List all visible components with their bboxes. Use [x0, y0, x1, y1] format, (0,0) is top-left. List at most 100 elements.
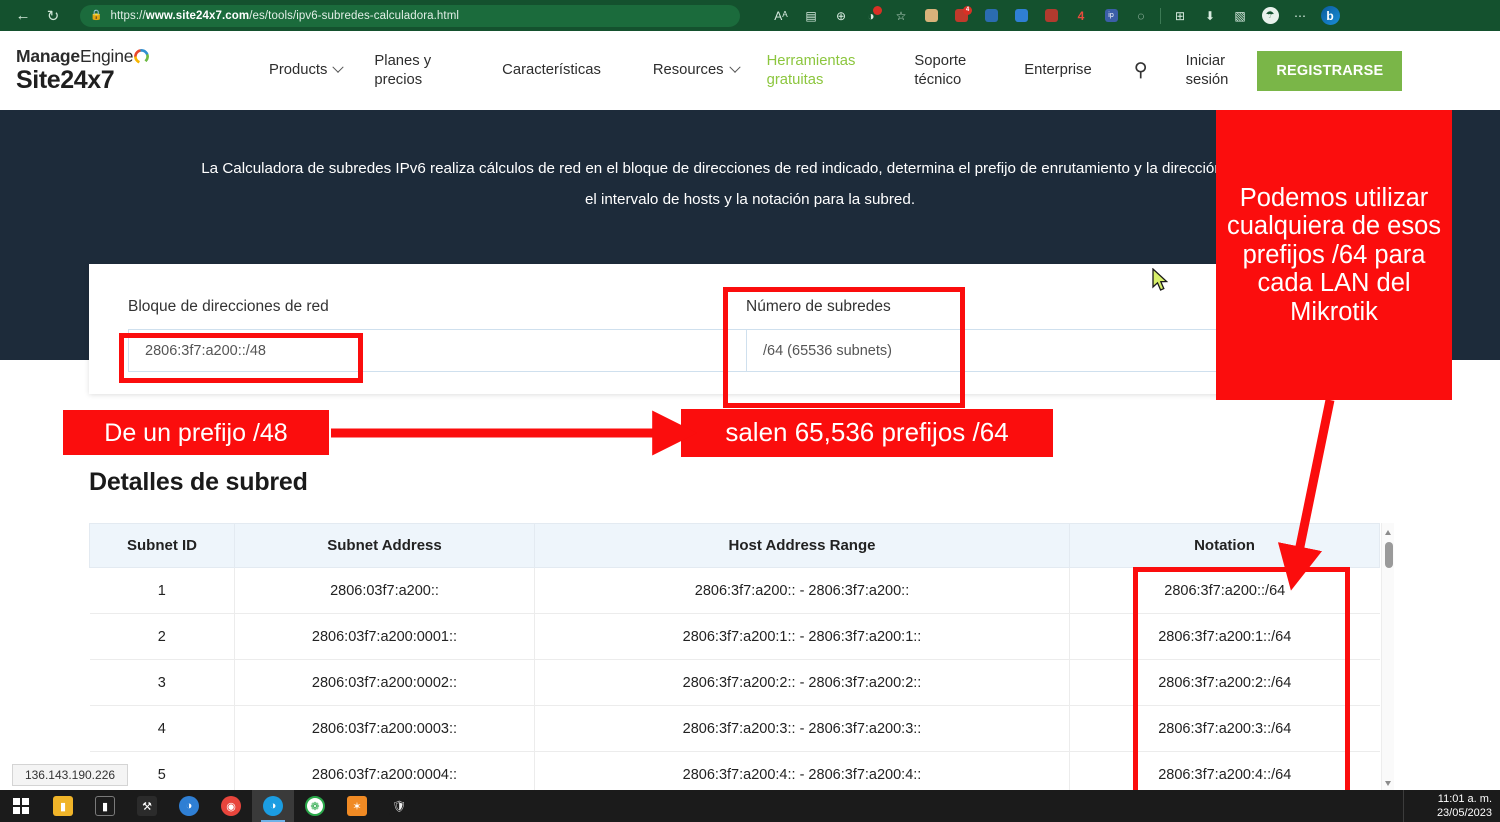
- login-label: Iniciar sesión: [1186, 52, 1229, 88]
- table-cell-host-address-range: 2806:3f7:a200:2:: - 2806:3f7:a200:2::: [535, 660, 1070, 706]
- main-navigation: Products Planes y precios Característica…: [216, 51, 1500, 91]
- chevron-down-icon: [729, 62, 740, 73]
- start-button-icon[interactable]: [0, 790, 42, 822]
- ip-extension-icon[interactable]: ip: [1096, 3, 1126, 29]
- table-scrollbar[interactable]: [1381, 523, 1394, 793]
- address-bar[interactable]: 🔒 https://www.site24x7.com/es/tools/ipv6…: [80, 5, 740, 27]
- table-header-row: Subnet ID Subnet Address Host Address Ra…: [90, 524, 1380, 568]
- extension-ghost-icon[interactable]: ◌: [1126, 3, 1156, 29]
- highlight-subnet-count: [723, 287, 965, 408]
- annotation-left-note: De un prefijo /48: [63, 410, 329, 455]
- annotation-mid-note: salen 65,536 prefijos /64: [681, 409, 1053, 457]
- table-cell-subnet-address: 2806:03f7:a200:0002::: [235, 660, 535, 706]
- page-title: Detalles de subred: [89, 468, 308, 497]
- extension-4-icon[interactable]: 4: [1066, 3, 1096, 29]
- profile-avatar-icon[interactable]: ☂: [1255, 3, 1285, 29]
- lock-icon: 🔒: [90, 10, 102, 21]
- manageengine-swoosh-icon: [134, 49, 149, 64]
- chevron-down-icon: [333, 62, 344, 73]
- clock-time: 11:01 a. m.: [1438, 792, 1492, 806]
- nav-label: Planes y precios: [374, 52, 431, 88]
- table-cell-subnet-address: 2806:03f7:a200::: [235, 568, 535, 614]
- table-cell-host-address-range: 2806:3f7:a200:: - 2806:3f7:a200::: [535, 568, 1070, 614]
- nav-enterprise[interactable]: Enterprise: [1024, 61, 1091, 79]
- back-arrow-icon[interactable]: ←: [8, 3, 38, 29]
- browser-toolbar: ← ↻ 🔒 https://www.site24x7.com/es/tools/…: [0, 0, 1500, 31]
- clock-date: 23/05/2023: [1437, 806, 1492, 820]
- table-cell-subnet-id: 4: [90, 706, 235, 752]
- extension-shield-icon[interactable]: [916, 3, 946, 29]
- nav-label: Enterprise: [1024, 61, 1091, 79]
- scroll-down-arrow-icon[interactable]: [1385, 781, 1391, 786]
- nav-soporte-tecnico[interactable]: Soporte técnico: [914, 52, 966, 88]
- chrome-icon[interactable]: ◉: [210, 790, 252, 822]
- scroll-up-arrow-icon[interactable]: [1385, 530, 1391, 535]
- extension-palette-icon[interactable]: ◑: [856, 3, 886, 29]
- table-cell-subnet-address: 2806:03f7:a200:0003::: [235, 706, 535, 752]
- nav-herramientas-gratuitas[interactable]: Herramientas gratuitas: [767, 52, 856, 88]
- status-ip-tooltip: 136.143.190.226: [12, 764, 128, 786]
- nav-products[interactable]: Products: [269, 61, 342, 79]
- table-cell-subnet-address: 2806:03f7:a200:0001::: [235, 614, 535, 660]
- terminal-icon[interactable]: ▮: [84, 790, 126, 822]
- column-header-notation: Notation: [1070, 524, 1380, 568]
- bing-copilot-icon[interactable]: b: [1315, 3, 1345, 29]
- reload-icon[interactable]: ↻: [38, 3, 68, 29]
- security-shield-icon[interactable]: 🛡: [378, 790, 420, 822]
- nav-label: Soporte técnico: [914, 52, 966, 88]
- windows-taskbar: ▮ ▮ ⚒ ◑ ◉ ◑ ❁ ✶ 🛡 11:01 a. m. 23/05/2023: [0, 790, 1500, 822]
- nav-resources[interactable]: Resources: [653, 61, 739, 79]
- table-cell-subnet-id: 2: [90, 614, 235, 660]
- column-header-host-address-range: Host Address Range: [535, 524, 1070, 568]
- mouse-cursor: [1152, 268, 1169, 293]
- zoom-icon[interactable]: ⊕: [826, 3, 856, 29]
- browser-essentials-icon[interactable]: ▧: [1225, 3, 1255, 29]
- nav-planes-precios[interactable]: Planes y precios: [374, 52, 431, 88]
- mikrotik-icon[interactable]: ✶: [336, 790, 378, 822]
- settings-more-icon[interactable]: ⋯: [1285, 3, 1315, 29]
- file-explorer-icon[interactable]: ▮: [42, 790, 84, 822]
- login-link[interactable]: Iniciar sesión: [1186, 52, 1229, 88]
- downloads-icon[interactable]: ⬇: [1195, 3, 1225, 29]
- annotation-right-note: Podemos utilizar cualquiera de esos pref…: [1216, 110, 1452, 400]
- nav-label: Resources: [653, 61, 724, 79]
- ublock-count-badge: 4: [963, 6, 972, 15]
- taskbar-clock[interactable]: 11:01 a. m. 23/05/2023: [1437, 790, 1492, 822]
- signup-button[interactable]: REGISTRARSE: [1257, 51, 1402, 91]
- url-text: https://www.site24x7.com/es/tools/ipv6-s…: [110, 10, 459, 22]
- table-cell-subnet-id: 1: [90, 568, 235, 614]
- column-header-subnet-address: Subnet Address: [235, 524, 535, 568]
- site24x7-wordmark: Site24x7: [16, 66, 216, 95]
- table-cell-subnet-address: 2806:03f7:a200:0004::: [235, 752, 535, 794]
- site-logo[interactable]: ManageEngine Site24x7: [16, 46, 216, 95]
- translator-icon[interactable]: [1006, 3, 1036, 29]
- nav-label: Products: [269, 61, 327, 79]
- notification-badge: [873, 6, 882, 15]
- tool-icon[interactable]: ⚒: [126, 790, 168, 822]
- scrollbar-thumb[interactable]: [1385, 542, 1393, 568]
- extension-red-icon[interactable]: [1036, 3, 1066, 29]
- screen-root: ← ↻ 🔒 https://www.site24x7.com/es/tools/…: [0, 0, 1500, 822]
- site-header: ManageEngine Site24x7 Products Planes y …: [0, 31, 1500, 110]
- favorites-icon[interactable]: ☆: [886, 3, 916, 29]
- network-block-label: Bloque de direcciones de red: [128, 298, 756, 316]
- edge-icon[interactable]: ◑: [252, 790, 294, 822]
- nav-caracteristicas[interactable]: Características: [502, 61, 601, 79]
- extension-blue-icon[interactable]: [976, 3, 1006, 29]
- zoho-icon[interactable]: ◑: [168, 790, 210, 822]
- highlight-notation-column: [1133, 567, 1350, 807]
- ublock-origin-icon[interactable]: 4: [946, 3, 976, 29]
- immersive-reader-icon[interactable]: ▤: [796, 3, 826, 29]
- table-cell-host-address-range: 2806:3f7:a200:1:: - 2806:3f7:a200:1::: [535, 614, 1070, 660]
- collections-icon[interactable]: ⊞: [1165, 3, 1195, 29]
- manageengine-wordmark: ManageEngine: [16, 46, 216, 67]
- nav-label: Herramientas gratuitas: [767, 52, 856, 88]
- table-cell-host-address-range: 2806:3f7:a200:3:: - 2806:3f7:a200:3::: [535, 706, 1070, 752]
- winbox-icon[interactable]: ❁: [294, 790, 336, 822]
- search-icon[interactable]: ⚲: [1134, 59, 1148, 82]
- table-cell-subnet-id: 3: [90, 660, 235, 706]
- read-aloud-icon[interactable]: Aᴬ: [766, 3, 796, 29]
- nav-label: Características: [502, 61, 601, 79]
- table-cell-host-address-range: 2806:3f7:a200:4:: - 2806:3f7:a200:4::: [535, 752, 1070, 794]
- highlight-network-block: [119, 333, 363, 383]
